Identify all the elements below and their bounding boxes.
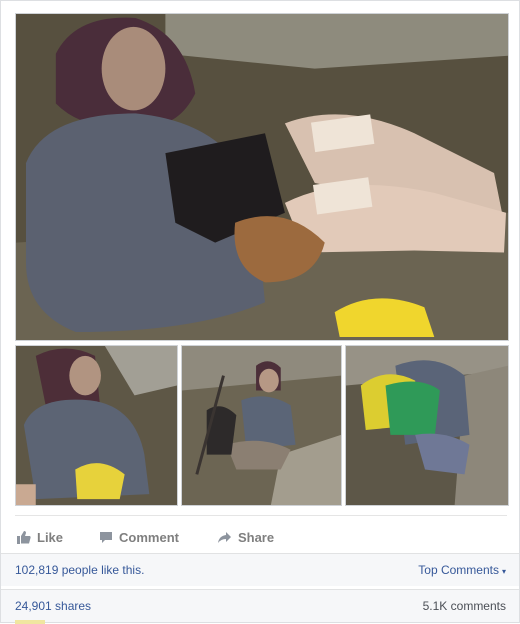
comment-button[interactable]: Comment bbox=[99, 530, 179, 545]
share-button[interactable]: Share bbox=[217, 530, 274, 545]
post-photo-thumb-1[interactable] bbox=[15, 345, 178, 506]
photo-thumb-2-image bbox=[182, 346, 341, 505]
thumbs-up-icon bbox=[17, 530, 31, 544]
post-actions-bar: Like Comment Share bbox=[15, 523, 507, 551]
photo-thumb-3-image bbox=[346, 346, 508, 505]
share-arrow-icon bbox=[217, 531, 231, 543]
like-button[interactable]: Like bbox=[17, 530, 63, 545]
share-button-label: Share bbox=[237, 529, 275, 545]
likes-count-link[interactable]: 102,819 people like this. bbox=[15, 563, 144, 577]
likes-row: 102,819 people like this. Top Comments ▾ bbox=[1, 553, 519, 586]
top-comments-label: Top Comments bbox=[418, 563, 499, 577]
post-photo-thumb-2[interactable] bbox=[181, 345, 342, 506]
post-photo-thumb-3[interactable] bbox=[345, 345, 509, 506]
post-photo-main[interactable] bbox=[15, 13, 509, 341]
shares-count-link[interactable]: 24,901 shares bbox=[15, 599, 91, 613]
actions-top-divider bbox=[15, 515, 507, 516]
photo-main-image bbox=[16, 14, 508, 340]
comment-button-label: Comment bbox=[119, 529, 179, 545]
chevron-down-icon: ▾ bbox=[501, 567, 506, 576]
top-comments-dropdown[interactable]: Top Comments ▾ bbox=[418, 563, 506, 577]
photo-thumb-1-image bbox=[16, 346, 177, 505]
comments-count[interactable]: 5.1K comments bbox=[423, 599, 506, 613]
shares-row: 24,901 shares 5.1K comments bbox=[1, 589, 519, 622]
speech-bubble-icon bbox=[100, 531, 113, 543]
like-button-label: Like bbox=[37, 529, 64, 545]
feed-post: Like Comment Share 102,819 people like t… bbox=[0, 0, 520, 624]
next-item-edge bbox=[15, 620, 45, 624]
